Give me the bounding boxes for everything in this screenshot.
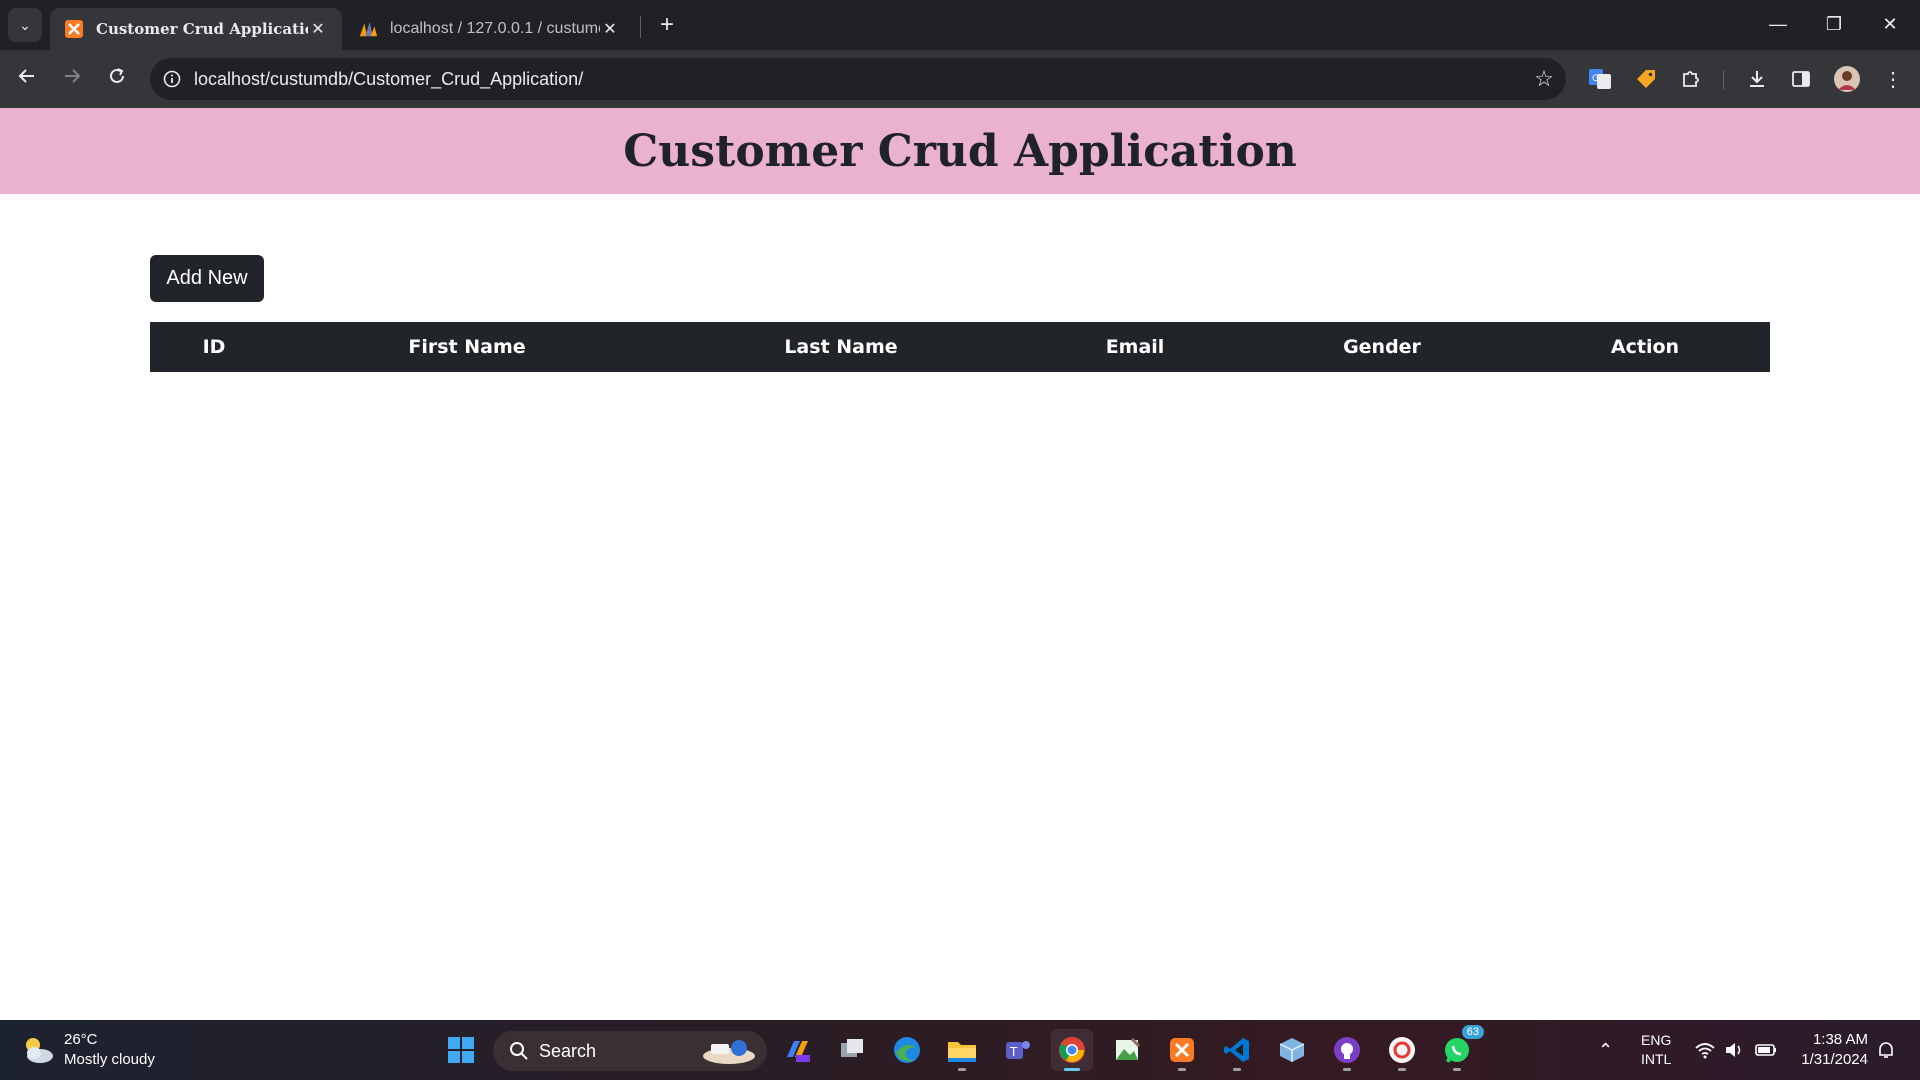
- search-placeholder: Search: [539, 1040, 597, 1061]
- running-indicator: [1453, 1068, 1461, 1071]
- extension-tag-icon[interactable]: [1630, 63, 1662, 95]
- column-header-first-name: First Name: [278, 322, 656, 372]
- quick-settings[interactable]: [1694, 1020, 1778, 1080]
- running-indicator: [1064, 1068, 1080, 1071]
- tab-divider: [640, 16, 641, 38]
- weather-widget[interactable]: 26°C Mostly cloudy: [20, 1030, 155, 1070]
- language-indicator[interactable]: ENG INTL: [1641, 1020, 1671, 1080]
- virtualbox-icon[interactable]: [1271, 1029, 1313, 1071]
- close-window-button[interactable]: ✕: [1870, 6, 1910, 42]
- add-new-button[interactable]: Add New: [150, 255, 264, 302]
- toolbar-divider: [1723, 70, 1724, 90]
- extensions-puzzle-icon[interactable]: [1675, 63, 1707, 95]
- reload-icon: [110, 68, 124, 83]
- edge-browser-icon[interactable]: [886, 1029, 928, 1071]
- close-icon[interactable]: ✕: [308, 19, 328, 39]
- address-bar[interactable]: localhost/custumdb/Customer_Crud_Applica…: [150, 58, 1566, 100]
- start-button[interactable]: [440, 1029, 482, 1071]
- url-text[interactable]: localhost/custumdb/Customer_Crud_Applica…: [194, 69, 1522, 90]
- tab-customer-crud[interactable]: Customer Crud Application ✕: [50, 8, 342, 50]
- browser-tab-bar: ⌄ Customer Crud Application ✕ localhost …: [0, 0, 1920, 50]
- vscode-icon[interactable]: [1216, 1029, 1258, 1071]
- google-translate-icon[interactable]: G: [1584, 63, 1616, 95]
- minimize-button[interactable]: —: [1758, 6, 1798, 42]
- restore-button[interactable]: ❐: [1814, 6, 1854, 42]
- search-icon: [510, 1042, 528, 1060]
- xampp-app-icon[interactable]: [1161, 1029, 1203, 1071]
- bookmark-star-icon[interactable]: ☆: [1522, 66, 1566, 92]
- profile-avatar[interactable]: [1831, 63, 1863, 95]
- volume-icon: [1726, 1043, 1741, 1057]
- running-indicator: [1398, 1068, 1406, 1071]
- column-header-last-name: Last Name: [656, 322, 1026, 372]
- column-header-gender: Gender: [1244, 322, 1520, 372]
- running-indicator: [1178, 1068, 1186, 1071]
- whatsapp-icon[interactable]: 63: [1436, 1025, 1484, 1071]
- side-panel-icon[interactable]: [1785, 63, 1817, 95]
- battery-icon: [1755, 1044, 1776, 1056]
- chrome-icon[interactable]: [1051, 1029, 1093, 1071]
- copilot-app-icon[interactable]: [776, 1029, 818, 1071]
- browser-toolbar: localhost/custumdb/Customer_Crud_Applica…: [0, 50, 1920, 108]
- keyboard-layout: INTL: [1641, 1051, 1672, 1067]
- file-explorer-icon[interactable]: [941, 1029, 983, 1071]
- table-header-row: ID First Name Last Name Email Gender Act…: [150, 322, 1770, 372]
- browser-menu-icon[interactable]: ⋮: [1877, 63, 1909, 95]
- search-highlight-icon: [703, 1040, 755, 1064]
- tab-title: Customer Crud Application: [96, 20, 308, 38]
- customer-table: ID First Name Last Name Email Gender Act…: [150, 322, 1770, 372]
- language-code: ENG: [1641, 1032, 1672, 1048]
- svg-text:G: G: [1592, 74, 1599, 84]
- chevron-down-icon: ⌄: [19, 16, 31, 33]
- github-desktop-icon[interactable]: [1326, 1029, 1368, 1071]
- column-header-id: ID: [150, 322, 278, 372]
- tab-phpmyadmin[interactable]: localhost / 127.0.0.1 / custumdb ✕: [344, 8, 634, 50]
- wifi-icon: [1695, 1043, 1715, 1059]
- chevron-up-icon: ⌃: [1598, 1039, 1614, 1060]
- weather-condition: Mostly cloudy: [64, 1051, 155, 1068]
- app-header: Customer Crud Application: [0, 108, 1920, 194]
- arrow-left-icon: [18, 69, 34, 83]
- taskbar-search[interactable]: Search: [493, 1031, 767, 1071]
- clock-time: 1:38 AM: [1812, 1031, 1868, 1048]
- show-hidden-icons-button[interactable]: ⌃: [1598, 1020, 1613, 1080]
- xampp-icon: [64, 19, 84, 39]
- svg-text:T: T: [1009, 1045, 1018, 1059]
- image-editor-icon[interactable]: [1106, 1029, 1148, 1071]
- app-circle-icon[interactable]: [1381, 1029, 1423, 1071]
- notification-badge: 63: [1461, 1025, 1484, 1039]
- column-header-email: Email: [1026, 322, 1244, 372]
- download-icon[interactable]: [1741, 63, 1773, 95]
- reload-button[interactable]: [100, 62, 134, 96]
- page-title: Customer Crud Application: [623, 125, 1297, 177]
- windows-logo-icon: [448, 1037, 474, 1063]
- task-view-icon[interactable]: [831, 1029, 873, 1071]
- close-icon[interactable]: ✕: [600, 19, 620, 39]
- arrow-right-icon: [65, 69, 81, 83]
- cloudy-weather-icon: [26, 1038, 53, 1063]
- forward-button[interactable]: [55, 62, 89, 96]
- windows-taskbar: 26°C Mostly cloudy Search T 63 ⌃ ENG INT…: [0, 1020, 1920, 1080]
- teams-icon[interactable]: T: [996, 1029, 1038, 1071]
- phpmyadmin-icon: [358, 19, 378, 39]
- running-indicator: [1233, 1068, 1241, 1071]
- new-tab-button[interactable]: +: [652, 10, 682, 40]
- running-indicator: [958, 1068, 966, 1071]
- notifications-button[interactable]: [1876, 1020, 1896, 1080]
- site-info-icon[interactable]: [150, 70, 194, 88]
- tab-title: localhost / 127.0.0.1 / custumdb: [390, 20, 600, 37]
- page-content: Customer Crud Application Add New ID Fir…: [0, 108, 1920, 1020]
- clock-date: 1/31/2024: [1801, 1051, 1868, 1068]
- weather-temperature: 26°C: [64, 1031, 98, 1048]
- running-indicator: [1343, 1068, 1351, 1071]
- column-header-action: Action: [1520, 322, 1770, 372]
- back-button[interactable]: [10, 62, 44, 96]
- tab-search-button[interactable]: ⌄: [8, 8, 42, 42]
- bell-icon: [1879, 1042, 1893, 1058]
- system-clock[interactable]: 1:38 AM 1/31/2024: [1790, 1030, 1868, 1070]
